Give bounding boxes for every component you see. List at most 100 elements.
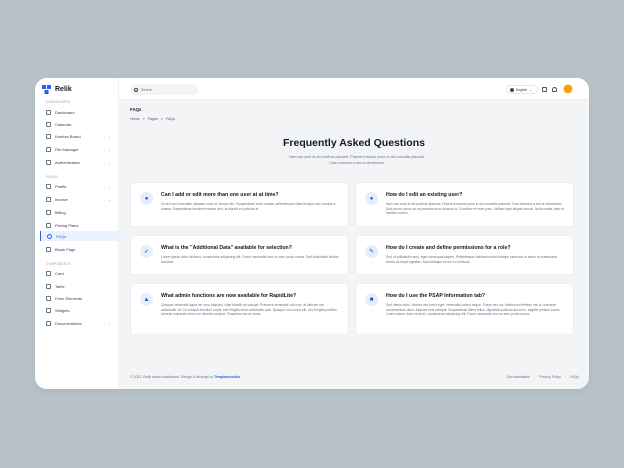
home-icon (46, 109, 51, 115)
sidebar-item-label: Table (55, 283, 65, 289)
sidebar: Relik Dashboards Dashboard Calendar Kanb… (35, 78, 119, 389)
folder-icon (46, 146, 51, 152)
chevron-down-icon: ⌄ (107, 320, 111, 326)
faq-heading: Frequently Asked Questions (283, 137, 425, 149)
sidebar-item-pricing-plans[interactable]: Pricing Plans (40, 220, 119, 230)
pricing-icon (46, 222, 51, 228)
footer-separator: · (565, 375, 567, 379)
chevron-down-icon: ⌄ (107, 146, 111, 152)
faq-question: What is the "Additional Data" available … (161, 245, 292, 251)
chevron-down-icon: ⌄ (529, 87, 532, 92)
footer-link-privacy[interactable]: Privacy Policy (539, 375, 561, 379)
calendar-icon (46, 121, 51, 127)
logo-icon (42, 85, 51, 94)
faq-answer: Sed metus nunc, ultrices nec tortor eget… (386, 303, 561, 317)
sidebar-item-blank-page[interactable]: Blank Page (40, 244, 119, 254)
breadcrumb-separator: > (160, 117, 164, 121)
sidebar-item-label: Kanban Board (55, 133, 81, 139)
faq-card: ✎ How do I create and define permissions… (355, 235, 574, 275)
author-link[interactable]: Templatecookie (214, 375, 240, 379)
section-label-components: Components (46, 262, 71, 266)
faq-card: ▲ What admin functions are now available… (130, 283, 349, 335)
sidebar-item-profile[interactable]: Profile ⌄ (40, 181, 119, 191)
faq-subtext: Nam nec ante at elit pulvinar placerat. … (288, 155, 426, 165)
sidebar-item-kanban-board[interactable]: Kanban Board ⌄ (40, 131, 119, 141)
sidebar-item-label: Profile (55, 183, 67, 189)
sidebar-item-documentation[interactable]: Documentation ⌄ (40, 318, 119, 328)
copyright-text: © 2021. Relik admin dashboard. Design & … (130, 375, 214, 379)
faq-question: How do I edit an existing user? (386, 192, 463, 198)
form-icon (46, 295, 51, 301)
sidebar-item-label: Documentation (55, 320, 82, 326)
grid-icon[interactable] (542, 87, 547, 92)
faq-answer: Lorem ipsum dolor sit amet, consectetur … (161, 255, 339, 264)
breadcrumb-pages[interactable]: Pages (148, 117, 158, 121)
sidebar-item-label: File Manager (55, 146, 79, 152)
chevron-down-icon: ⌄ (107, 196, 111, 202)
page-icon (46, 246, 51, 252)
topbar: English ⌄ (119, 78, 589, 100)
sidebar-item-table[interactable]: Table (40, 281, 119, 291)
sidebar-item-label: Authentication (55, 159, 81, 165)
sidebar-item-form-elements[interactable]: Form Elements (40, 293, 119, 303)
footer-link-faqs[interactable]: FAQs (570, 375, 579, 379)
search-input[interactable] (141, 87, 191, 92)
avatar[interactable] (563, 84, 573, 94)
sidebar-item-billing[interactable]: Billing (40, 207, 119, 217)
sidebar-item-faqs[interactable]: FAQs (40, 231, 119, 241)
breadcrumb-separator: > (142, 117, 145, 121)
main-content: English ⌄ FAQs Home > Pages > FAQs Frequ… (119, 78, 589, 389)
sidebar-item-card[interactable]: Card (40, 268, 119, 278)
section-label-pages: Pages (46, 175, 58, 179)
lock-icon (46, 159, 51, 165)
rocket-icon: ➶ (140, 245, 153, 258)
footer-copyright: © 2021. Relik admin dashboard. Design & … (130, 375, 240, 379)
search-icon (134, 87, 138, 92)
sidebar-item-label: Widgets (55, 307, 70, 313)
sidebar-item-widgets[interactable]: Widgets (40, 305, 119, 315)
sidebar-item-label: Card (55, 270, 64, 276)
kanban-icon (46, 133, 51, 139)
faq-card: ● How do I edit an existing user? Nam nec… (355, 182, 574, 227)
user-admin-icon: ▲ (140, 293, 153, 306)
sidebar-item-label: Blank Page (55, 246, 76, 252)
sidebar-item-dashboard[interactable]: Dashboard (40, 107, 119, 117)
sidebar-item-file-manager[interactable]: File Manager ⌄ (40, 144, 119, 154)
card-icon (46, 270, 51, 276)
sidebar-item-label: Form Elements (55, 295, 83, 301)
logo[interactable]: Relik (41, 85, 72, 94)
faq-question: What admin functions are now available f… (161, 293, 297, 299)
key-icon: ✎ (365, 245, 378, 258)
breadcrumb-home[interactable]: Home (130, 117, 140, 121)
search-box[interactable] (130, 84, 198, 95)
sidebar-item-calendar[interactable]: Calendar (40, 119, 119, 129)
sidebar-item-invoice[interactable]: Invoice ⌄ (40, 194, 119, 204)
footer-links: Documentation · Privacy Policy · FAQs (507, 375, 579, 379)
sidebar-item-label: FAQs (56, 233, 67, 239)
sidebar-item-label: Invoice (55, 196, 68, 202)
breadcrumb: Home > Pages > FAQs (130, 117, 175, 121)
sidebar-item-label: Dashboard (55, 109, 75, 115)
faq-answer: Sed ut sollicitudin arcu, eget consequat… (386, 255, 557, 264)
users-icon: ● (140, 192, 153, 205)
sidebar-item-label: Calendar (55, 121, 72, 127)
sidebar-item-label: Billing (55, 209, 66, 215)
faq-card: ➶ What is the "Additional Data" availabl… (130, 235, 349, 275)
breadcrumb-current: FAQs (166, 117, 176, 121)
footer-separator: · (534, 375, 536, 379)
app-window: Relik Dashboards Dashboard Calendar Kanb… (35, 78, 589, 389)
flag-icon (510, 87, 514, 92)
faq-answer: Ut sed orci venenatis, aliquam nunc ut, … (161, 202, 336, 211)
sidebar-item-authentication[interactable]: Authentication ⌄ (40, 157, 119, 167)
faq-card: ● Can I add or edit more than one user a… (130, 182, 349, 227)
chevron-down-icon: ⌄ (107, 159, 111, 165)
faq-question: How do I create and define permissions f… (386, 245, 511, 251)
language-select[interactable]: English ⌄ (506, 85, 538, 94)
sidebar-item-label: Pricing Plans (55, 222, 79, 228)
faq-answer: Nam nec ante at elit pulvinar placerat. … (386, 202, 564, 216)
footer-link-documentation[interactable]: Documentation (507, 375, 531, 379)
invoice-icon (46, 196, 51, 202)
language-label: English (516, 87, 528, 92)
edit-user-icon: ● (365, 192, 378, 205)
bell-icon[interactable] (552, 87, 557, 92)
